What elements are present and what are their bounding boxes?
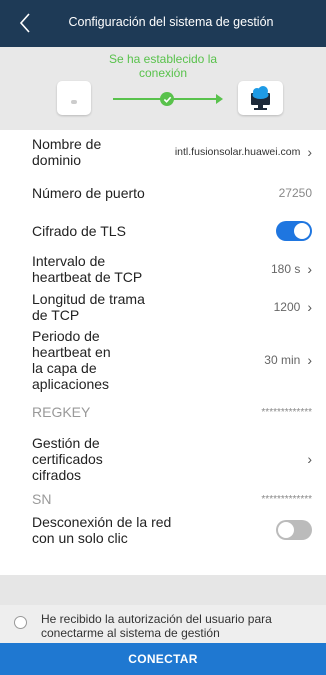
regkey-value: ************* <box>261 406 312 418</box>
certificates-row[interactable]: Gestión de certificados cifrados › <box>0 430 326 488</box>
chevron-right-icon: › <box>307 352 312 368</box>
tcp-frame-row[interactable]: Longitud de trama de TCP 1200 › <box>0 288 326 326</box>
disconnect-label: Desconexión de la red con un solo clic <box>32 514 172 546</box>
domain-value: intl.fusionsolar.huawei.com › <box>174 144 312 160</box>
app-heartbeat-row[interactable]: Periodo de heartbeat en la capa de aplic… <box>0 326 326 394</box>
certificates-chevron: › <box>300 451 312 467</box>
tcp-heartbeat-label: Intervalo de heartbeat de TCP <box>32 253 143 285</box>
tcp-frame-value: 1200 › <box>273 299 312 315</box>
disconnect-toggle[interactable] <box>276 520 312 540</box>
sn-row[interactable]: SN ************* <box>0 488 326 510</box>
tcp-heartbeat-value: 180 s › <box>270 261 312 277</box>
inverter-device-icon <box>57 81 91 115</box>
top-bar: Configuración del sistema de gestión <box>0 0 326 47</box>
chevron-right-icon: › <box>307 299 312 315</box>
regkey-row[interactable]: REGKEY ************* <box>0 394 326 430</box>
tls-label: Cifrado de TLS <box>32 223 126 239</box>
authorization-text: He recibido la autorización del usuario … <box>41 612 272 640</box>
connect-button[interactable]: CONECTAR <box>0 643 326 675</box>
tcp-frame-label: Longitud de trama de TCP <box>32 291 145 323</box>
connection-banner: Se ha establecido la conexión <box>0 47 326 130</box>
tls-row: Cifrado de TLS <box>0 212 326 250</box>
disconnect-row: Desconexión de la red con un solo clic <box>0 510 326 550</box>
domain-label: Nombre de dominio <box>32 136 102 168</box>
domain-row[interactable]: Nombre de dominio intl.fusionsolar.huawe… <box>0 130 326 174</box>
port-value: 27250 <box>278 186 312 200</box>
connection-status-line1: Se ha establecido la <box>108 52 218 66</box>
authorization-row: He recibido la autorización del usuario … <box>0 605 326 643</box>
connection-status-line2: conexión <box>138 66 188 80</box>
port-label: Número de puerto <box>32 185 145 201</box>
page-title: Configuración del sistema de gestión <box>68 15 274 29</box>
app-heartbeat-value: 30 min › <box>264 352 312 368</box>
authorization-radio[interactable] <box>14 616 27 629</box>
cloud-monitor-icon <box>238 81 283 115</box>
regkey-label: REGKEY <box>32 404 91 420</box>
sn-value: ************* <box>261 493 312 505</box>
app-heartbeat-label: Periodo de heartbeat en la capa de aplic… <box>32 328 111 392</box>
chevron-right-icon: › <box>307 451 312 467</box>
chevron-right-icon: › <box>307 144 312 160</box>
sn-label: SN <box>32 491 52 507</box>
section-divider <box>0 575 326 605</box>
tcp-heartbeat-row[interactable]: Intervalo de heartbeat de TCP 180 s › <box>0 250 326 288</box>
arrow-right-icon <box>216 94 223 104</box>
check-icon <box>160 92 174 106</box>
tls-toggle[interactable] <box>276 221 312 241</box>
certificates-label: Gestión de certificados cifrados <box>32 435 103 483</box>
port-row[interactable]: Número de puerto 27250 <box>0 174 326 212</box>
chevron-right-icon: › <box>307 261 312 277</box>
settings-list: Nombre de dominio intl.fusionsolar.huawe… <box>0 130 326 550</box>
